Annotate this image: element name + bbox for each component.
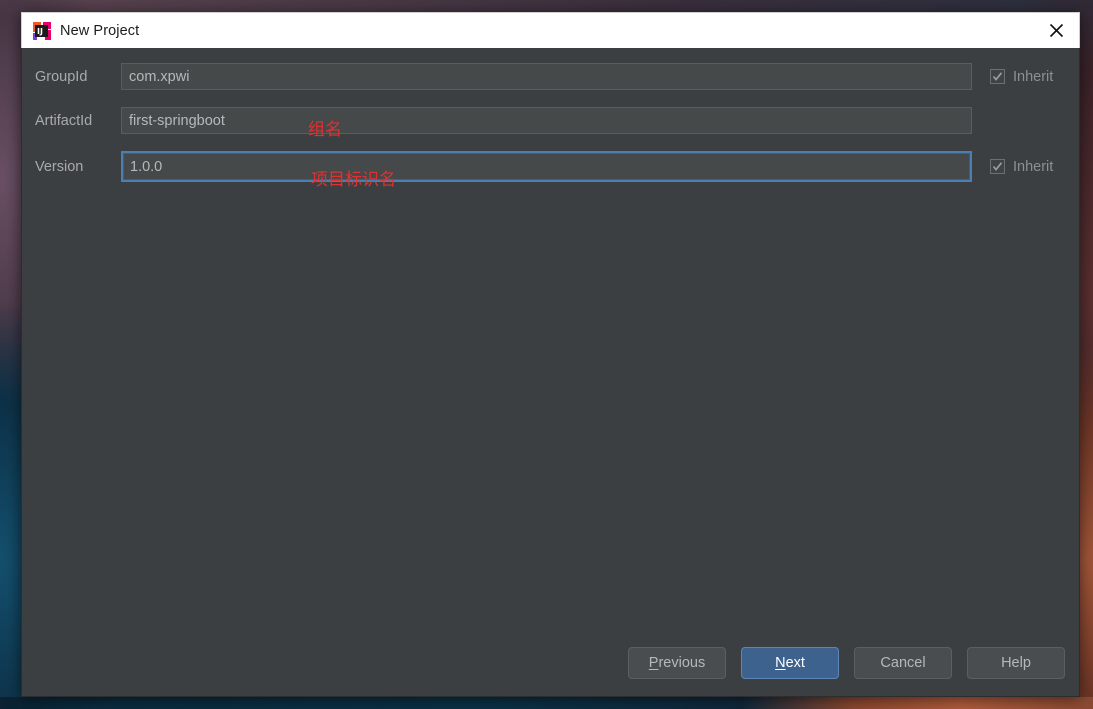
dialog-button-bar: Previous Next Cancel Help	[628, 647, 1065, 679]
desktop-wallpaper-bottom	[0, 697, 1093, 709]
artifactid-label: ArtifactId	[35, 112, 93, 129]
version-inherit-checkbox[interactable]: Inherit	[990, 159, 1053, 175]
checkmark-icon	[990, 159, 1005, 174]
dialog-titlebar: IJ New Project	[21, 12, 1080, 48]
dialog-title: New Project	[60, 22, 140, 39]
version-input[interactable]	[121, 151, 972, 182]
next-button[interactable]: Next	[741, 647, 839, 679]
version-label: Version	[35, 158, 84, 175]
dialog-content: GroupId Inherit ArtifactId Vers	[21, 48, 1080, 697]
new-project-dialog: IJ New Project GroupId com.xpwi Inherit …	[21, 12, 1080, 697]
next-button-label: Next	[775, 655, 805, 671]
previous-rest: revious	[658, 655, 706, 671]
previous-mnemonic: P	[648, 655, 659, 671]
groupid-inherit-checkbox[interactable]: Inherit	[990, 69, 1053, 85]
cancel-button[interactable]: Cancel	[854, 647, 952, 679]
artifactid-input[interactable]	[121, 107, 972, 134]
intellij-idea-icon: IJ	[33, 21, 51, 40]
form-row-groupid: GroupId Inherit	[22, 60, 1079, 93]
form-row-artifactid: ArtifactId	[22, 104, 1079, 137]
next-mnemonic: N	[775, 655, 786, 671]
groupid-inherit-label: Inherit	[1013, 68, 1054, 85]
version-inherit-label: Inherit	[1013, 158, 1054, 175]
maven-coordinates-form: GroupId Inherit ArtifactId Vers	[22, 48, 1079, 196]
groupid-input[interactable]	[121, 63, 972, 90]
form-row-version: Version Inherit	[22, 148, 1079, 185]
close-icon[interactable]	[1033, 13, 1079, 48]
checkmark-icon	[990, 69, 1005, 84]
groupid-label: GroupId	[35, 68, 88, 85]
previous-button[interactable]: Previous	[628, 647, 726, 679]
previous-button-label: Previous	[649, 655, 705, 671]
next-rest: ext	[785, 655, 805, 671]
svg-text:IJ: IJ	[37, 27, 43, 36]
help-button[interactable]: Help	[967, 647, 1065, 679]
